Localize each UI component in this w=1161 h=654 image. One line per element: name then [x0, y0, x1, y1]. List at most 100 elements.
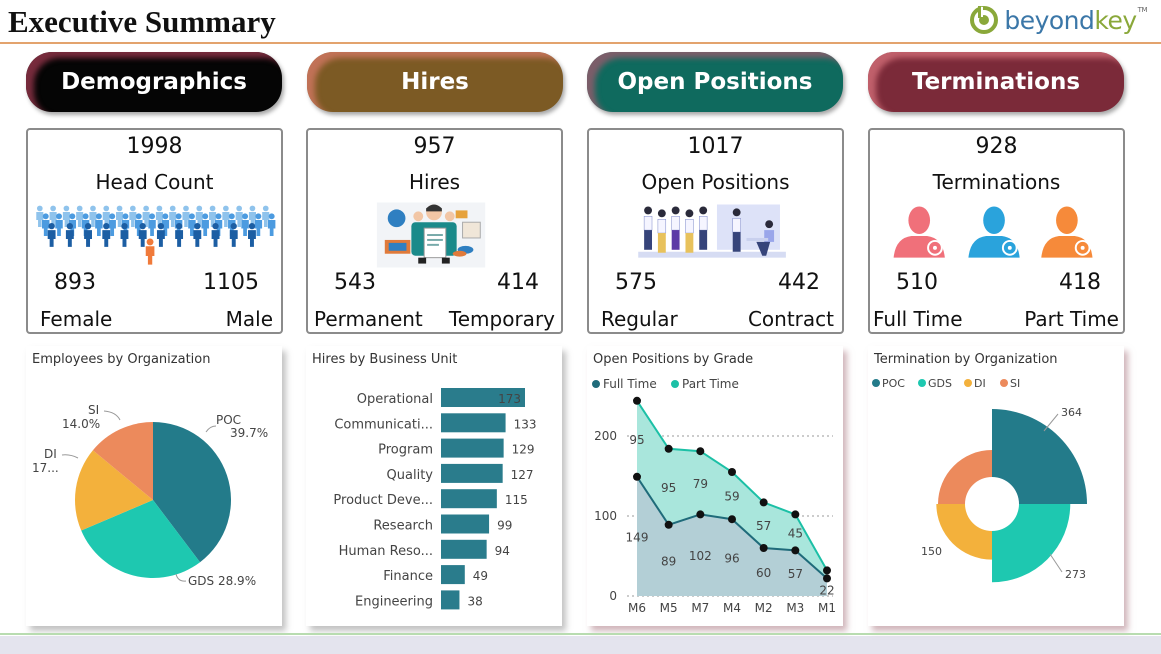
person-legs	[644, 230, 653, 250]
person-head	[242, 213, 249, 220]
data-label-part-time: 45	[788, 526, 803, 540]
person-shirt	[643, 216, 653, 231]
bar-value-label: 129	[512, 443, 535, 457]
dashboard-page: Executive Summary beyondkeyTM Demographi…	[0, 0, 1161, 636]
bar-7	[441, 565, 465, 585]
person-icon	[120, 223, 129, 247]
person-head	[685, 209, 694, 218]
x-tick-label: M4	[723, 601, 741, 615]
bar-value-label: 38	[467, 594, 482, 608]
data-label-full-time: 60	[756, 566, 771, 580]
person-head	[175, 213, 182, 220]
person-body	[201, 220, 209, 236]
nav-terminations-button[interactable]: Terminations	[868, 52, 1124, 112]
person-legs	[657, 233, 666, 253]
bar-value-label: 94	[495, 544, 510, 558]
person-head	[732, 208, 741, 217]
person-head	[175, 223, 183, 230]
nav-open-positions-button[interactable]: Open Positions	[587, 52, 843, 112]
termination-by-organization-chart: Termination by Organization POC GDS DI SI 36…	[868, 346, 1124, 626]
value-label-di: 150	[921, 545, 942, 558]
person-head	[262, 205, 269, 212]
pie-label-si-value: 14.0%	[62, 417, 100, 431]
bar-value-label: 115	[505, 493, 528, 507]
kpi-label: Open Positions	[641, 170, 790, 194]
pie-label-poc: POC	[216, 413, 241, 427]
data-label-part-time: 95	[629, 433, 644, 447]
person-shirt	[732, 218, 741, 233]
x-tick-label: M1	[818, 601, 836, 615]
legend-label-si: SI	[1010, 377, 1020, 390]
kpi-left-label: Permanent	[314, 307, 423, 331]
kpi-right-value: 1105	[203, 270, 259, 295]
person-head	[671, 206, 680, 215]
person-icon	[95, 213, 103, 236]
person-shirt	[657, 219, 667, 234]
person-legs	[685, 233, 694, 253]
recruiter-illustration-icon	[376, 202, 486, 268]
bar-category-label: Finance	[383, 569, 433, 584]
point-full-time	[791, 546, 800, 555]
kpi-label: Head Count	[95, 170, 214, 194]
person-head	[84, 223, 92, 230]
person-body	[47, 230, 56, 247]
kpi-left-value: 543	[334, 270, 376, 295]
person-head	[212, 223, 219, 230]
person-shirt	[685, 219, 694, 234]
person-head	[36, 205, 43, 212]
logo-text: beyondkeyTM	[1004, 5, 1147, 35]
kpi-card-open-positions: 1017 Open Positions 575 442 Regular Cont…	[587, 128, 844, 334]
person-icon	[55, 213, 63, 236]
person-legs	[732, 232, 741, 252]
remove-badge-dot	[933, 245, 937, 250]
user-head	[983, 206, 1005, 235]
person-body	[102, 230, 111, 247]
bar-value-label: 173	[498, 392, 521, 406]
bar-category-label: Program	[378, 443, 433, 458]
brand-logo: beyondkeyTM	[969, 5, 1148, 35]
data-label-full-time: 149	[626, 530, 649, 544]
person-head	[122, 213, 129, 220]
kpi-left-value: 893	[54, 270, 96, 295]
y-tick-label: 200	[594, 429, 617, 443]
nav-hires-button[interactable]: Hires	[307, 52, 563, 112]
data-label-full-time: 57	[788, 567, 803, 581]
person-head	[162, 213, 169, 220]
nav-demographics-button[interactable]: Demographics	[26, 52, 282, 112]
person-head	[209, 205, 216, 212]
person-head	[95, 213, 102, 220]
person-head	[230, 223, 237, 230]
rose-segment-poc	[992, 409, 1087, 504]
person-head	[228, 213, 235, 220]
person-head	[139, 223, 146, 230]
bar-value-label: 127	[511, 468, 534, 482]
bar-chart: Operational 173 Communicati... 133 Program 12…	[333, 388, 537, 610]
pie-label-poc-value: 39.7%	[230, 426, 268, 440]
x-tick-label: M6	[628, 601, 646, 615]
person-head	[236, 205, 242, 212]
hires-by-business-unit-chart: Hires by Business Unit Operational 173 Com…	[306, 346, 562, 626]
kpi-right-label: Contract	[747, 307, 834, 331]
bar-6	[441, 539, 487, 559]
kpi-card-headcount: 1998 Head Count 893 1105 Female Male	[26, 128, 283, 334]
kpi-right-label: Male	[225, 307, 273, 331]
person-head	[644, 206, 653, 215]
kpi-right-value: 418	[1059, 270, 1101, 295]
bar-value-label: 133	[514, 417, 537, 431]
rose-donut-chart: POC GDS DI SI 364 273 150	[872, 377, 1087, 583]
data-label-full-time: 22	[819, 583, 834, 597]
header: Executive Summary beyondkeyTM	[0, 0, 1161, 44]
person-head	[130, 205, 136, 212]
bar-2	[441, 438, 504, 458]
person-icon	[248, 223, 256, 247]
bar-3	[441, 463, 503, 483]
person-body	[65, 230, 74, 247]
data-label-part-time: 79	[693, 477, 708, 491]
x-tick-label: M7	[691, 601, 709, 615]
x-tick-label: M5	[660, 601, 678, 615]
area-chart: Full Time Part Time 0 100 200 95 95 79 59 57 45 149…	[592, 377, 836, 615]
pie-label-si: SI	[88, 403, 99, 417]
kpi-left-value: 575	[615, 270, 657, 295]
person-body	[241, 220, 249, 236]
bar-category-label: Human Reso...	[339, 544, 433, 559]
